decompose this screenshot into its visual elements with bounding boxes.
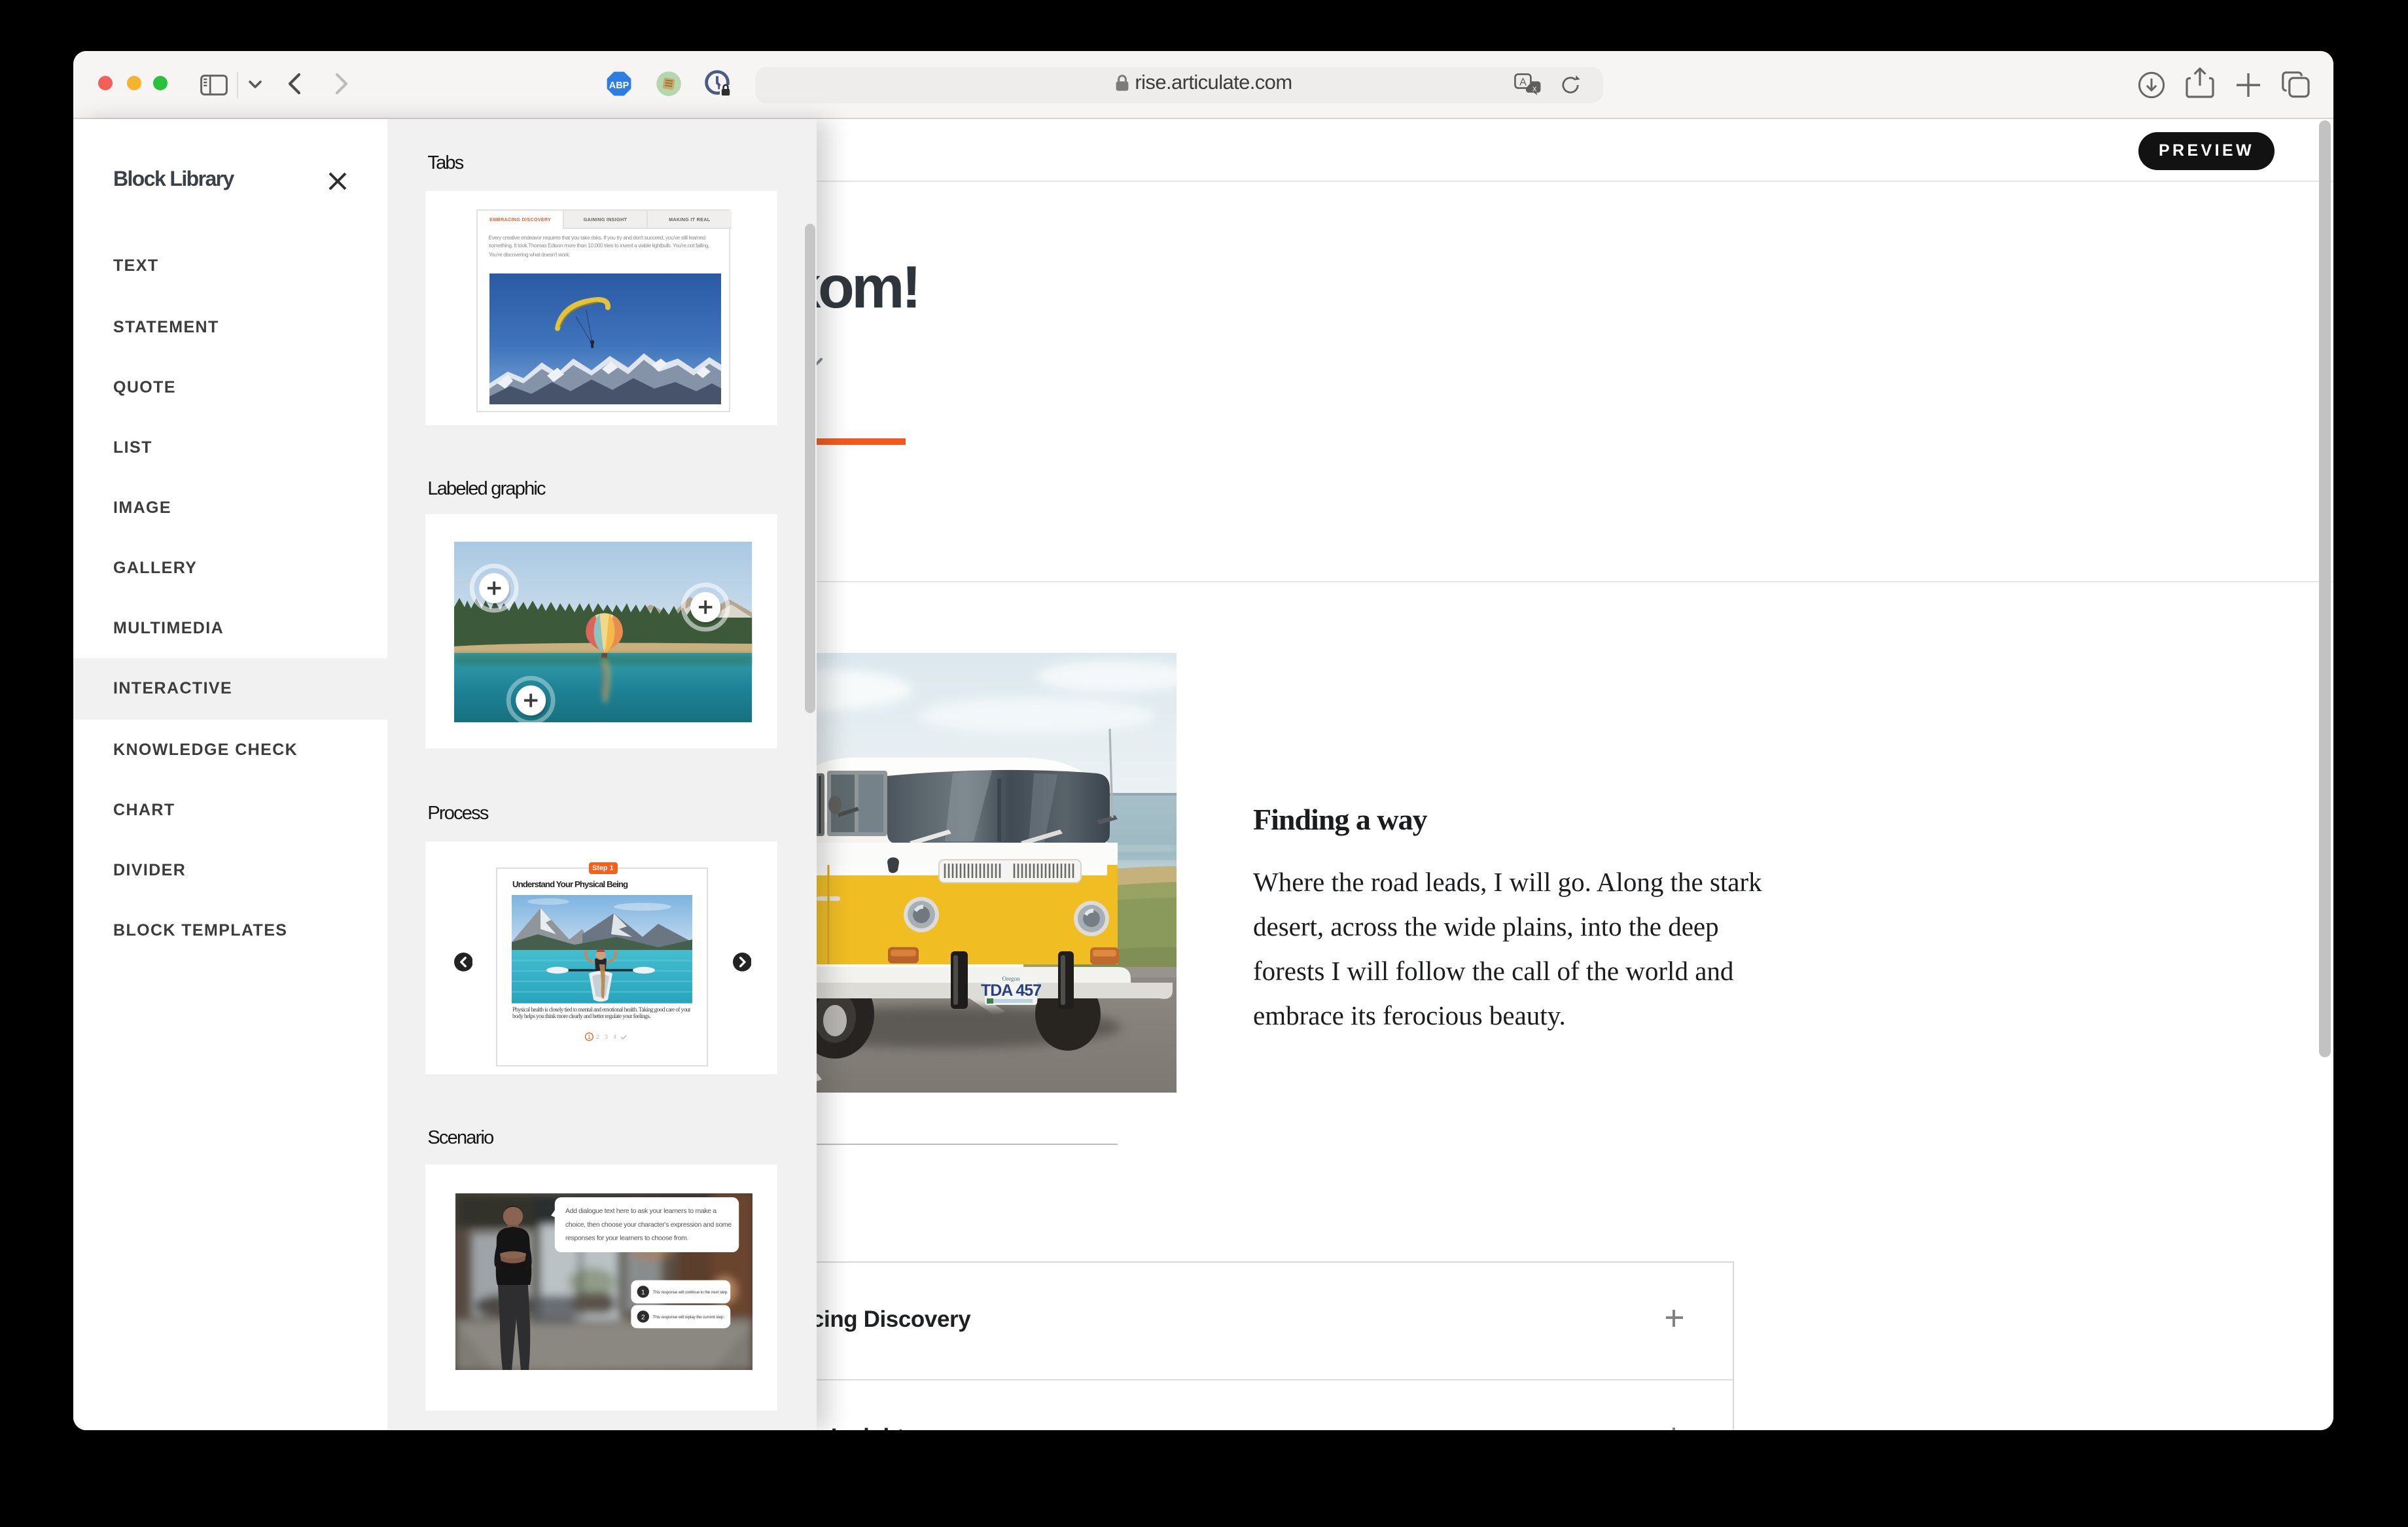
svg-text:Oregon: Oregon — [1002, 975, 1019, 981]
svg-text:1: 1 — [641, 1289, 645, 1296]
svg-text:This response will continue to: This response will continue to the next … — [653, 1290, 728, 1295]
svg-text:1: 1 — [588, 1034, 591, 1040]
svg-text:x: x — [1532, 82, 1537, 92]
svg-text:responses for your learners to: responses for your learners to choose fr… — [565, 1235, 688, 1242]
svg-text:choice, then choose your chara: choice, then choose your character's exp… — [565, 1221, 732, 1229]
svg-text:This response will replay the: This response will replay the current st… — [653, 1315, 725, 1320]
svg-text:2: 2 — [596, 1034, 599, 1040]
svg-text:4: 4 — [613, 1034, 616, 1040]
svg-text:2: 2 — [641, 1314, 645, 1321]
svg-text:A: A — [1519, 77, 1527, 88]
svg-text:TDA 457: TDA 457 — [980, 981, 1040, 999]
svg-text:3: 3 — [605, 1034, 608, 1040]
svg-text:ABP: ABP — [609, 80, 629, 91]
svg-text:Add dialogue text here to ask: Add dialogue text here to ask your learn… — [565, 1208, 717, 1215]
